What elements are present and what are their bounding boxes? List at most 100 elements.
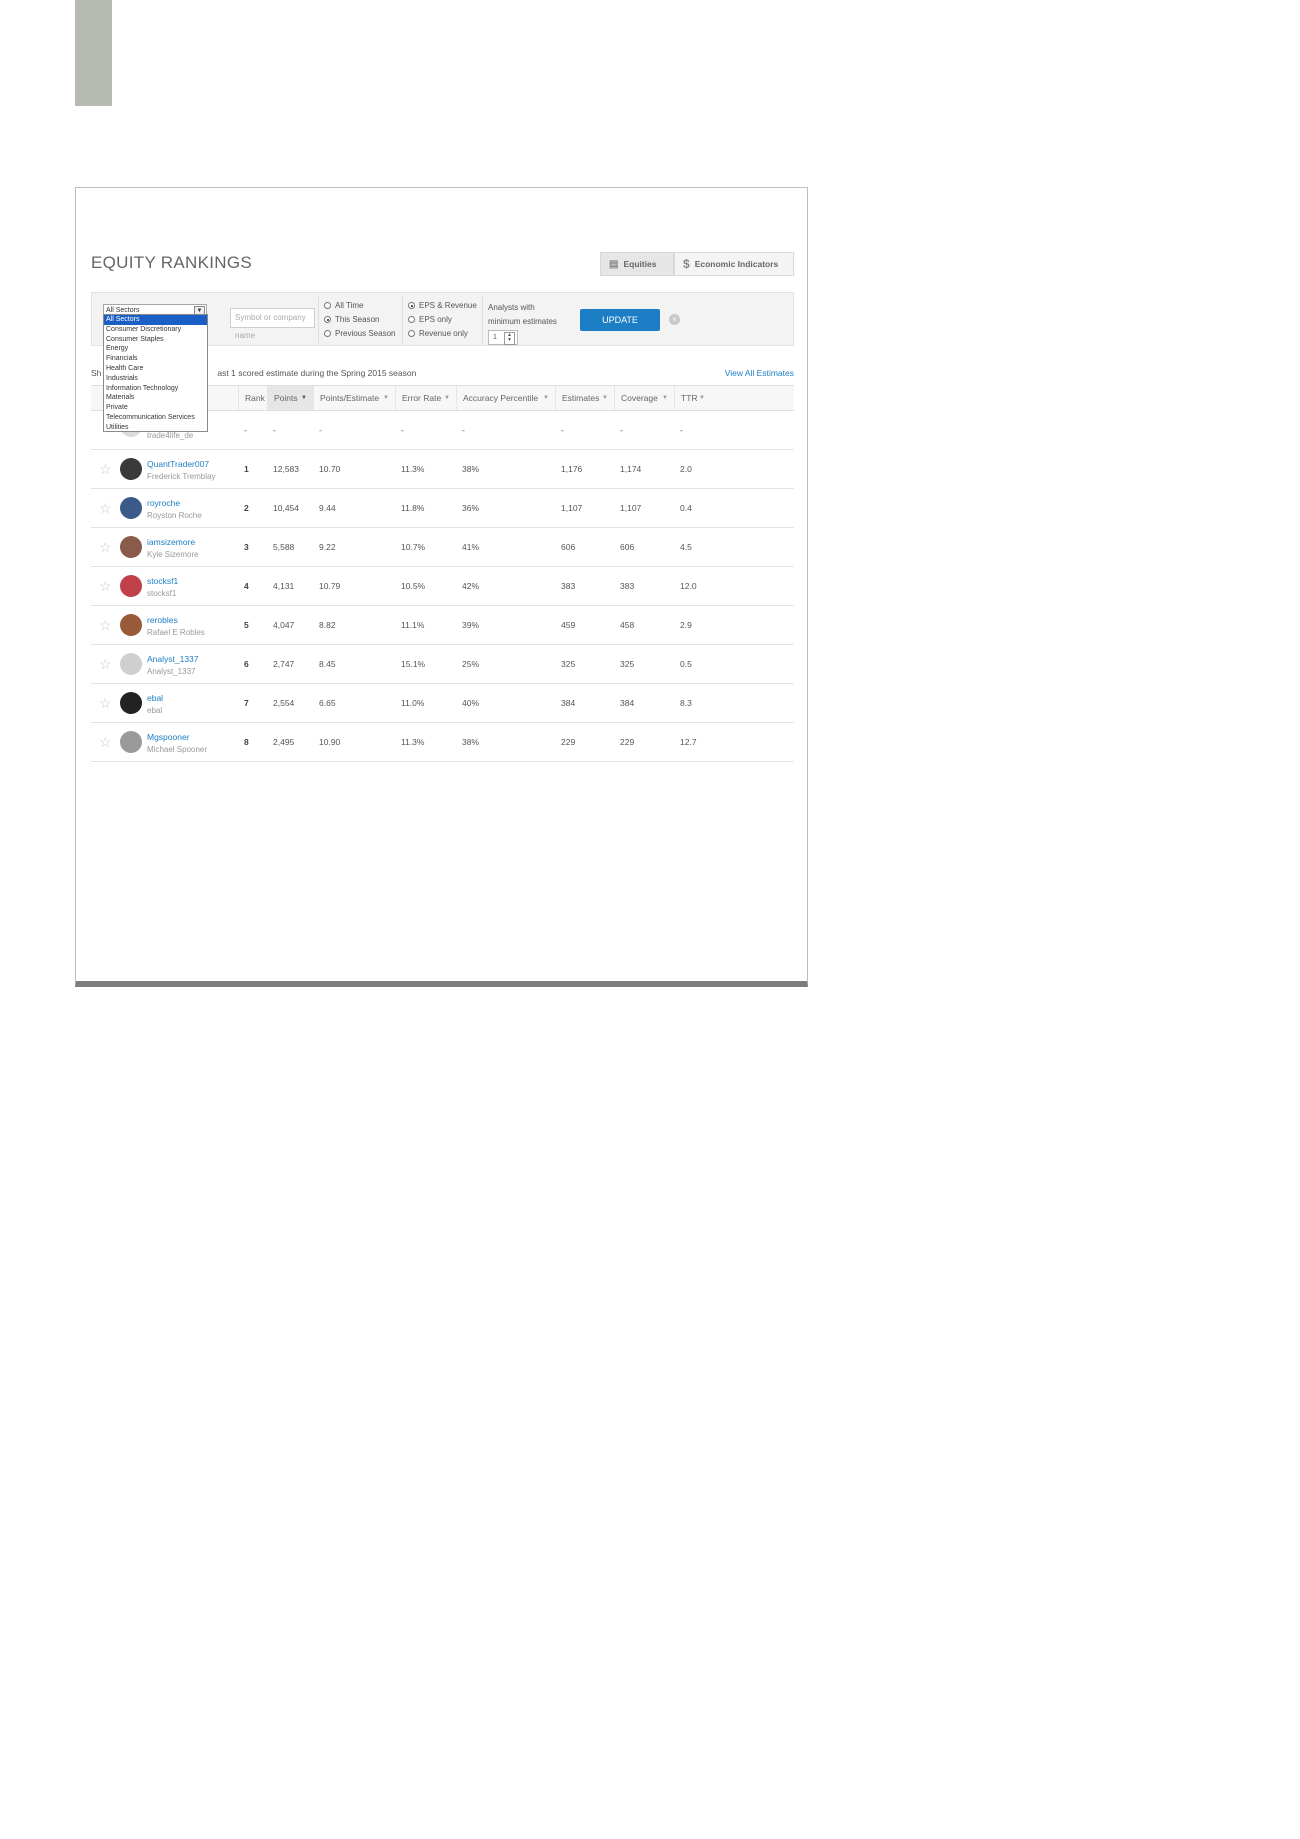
row-username-link[interactable]: Analyst_1337 xyxy=(147,654,199,664)
points-estimate-cell: 10.79 xyxy=(319,581,341,591)
radio-label: Previous Season xyxy=(335,329,396,338)
sector-option[interactable]: Telecommunication Services xyxy=(104,413,207,423)
row-real-name: ebal xyxy=(147,706,163,715)
row-username-link[interactable]: Mgspooner xyxy=(147,732,190,742)
stepper-arrows-icon[interactable]: ▲ ▼ xyxy=(504,332,515,345)
row-username-link[interactable]: QuantTrader007 xyxy=(147,459,209,469)
coverage-cell: 606 xyxy=(620,542,635,552)
radio-eps-revenue[interactable]: EPS & Revenue xyxy=(408,301,477,310)
radio-this-season[interactable]: This Season xyxy=(324,315,379,324)
ttr-cell: 2.0 xyxy=(680,464,692,474)
radio-label: Revenue only xyxy=(419,329,468,338)
row-username-link[interactable]: ebal xyxy=(147,693,163,703)
close-icon[interactable]: × xyxy=(669,314,680,325)
rank-cell: 5 xyxy=(244,620,249,630)
row-username-link[interactable]: royroche xyxy=(147,498,180,508)
radio-all-time[interactable]: All Time xyxy=(324,301,363,310)
star-icon[interactable]: ☆ xyxy=(99,734,112,750)
col-points[interactable]: Points ▼ xyxy=(267,386,313,410)
sort-icon: ▼ xyxy=(543,395,549,401)
sector-option[interactable]: Industrials xyxy=(104,374,207,384)
radio-circle[interactable] xyxy=(324,316,331,323)
radio-circle[interactable] xyxy=(324,330,331,337)
radio-circle[interactable] xyxy=(408,330,415,337)
radio-circle[interactable] xyxy=(408,302,415,309)
error-rate-cell: 10.7% xyxy=(401,542,426,552)
row-real-name: Frederick Tremblay xyxy=(147,472,216,481)
row-username-link[interactable]: stocksf1 xyxy=(147,576,178,586)
min-estimates-stepper[interactable]: 1 ▲ ▼ xyxy=(488,330,518,345)
table-row: ☆ stocksf1 stocksf1 4 4,131 10.79 10.5% 42% 383 3… xyxy=(91,567,794,606)
sector-option[interactable]: Information Technology xyxy=(104,384,207,394)
sector-option[interactable]: Energy xyxy=(104,344,207,354)
star-icon[interactable]: ☆ xyxy=(99,500,112,516)
col-estimates[interactable]: Estimates ▼ xyxy=(555,386,614,410)
estimates-cell: 325 xyxy=(561,659,576,669)
col-points-estimate[interactable]: Points/Estimate ▼ xyxy=(313,386,395,410)
coverage-cell: 384 xyxy=(620,698,635,708)
estimates-cell: 459 xyxy=(561,620,576,630)
avatar xyxy=(120,731,142,753)
dash: - xyxy=(462,425,465,435)
sector-option[interactable]: Private xyxy=(104,403,207,413)
star-icon[interactable]: ☆ xyxy=(99,578,112,594)
economic-indicators-tab[interactable]: $ Economic Indicators xyxy=(674,252,794,276)
col-rank[interactable]: Rank xyxy=(238,386,267,410)
error-rate-cell: 11.3% xyxy=(401,737,425,747)
accuracy-cell: 40% xyxy=(462,698,480,708)
star-icon[interactable]: ☆ xyxy=(99,461,112,477)
ttr-cell: 2.9 xyxy=(680,620,692,630)
col-accuracy[interactable]: Accuracy Percentile ▼ xyxy=(456,386,555,410)
radio-revenue-only[interactable]: Revenue only xyxy=(408,329,468,338)
star-icon[interactable]: ☆ xyxy=(99,656,112,672)
star-icon[interactable]: ☆ xyxy=(99,539,112,555)
min-label-line-1: Analysts with xyxy=(488,303,535,312)
sort-desc-icon: ▼ xyxy=(301,395,307,401)
radio-label: All Time xyxy=(335,301,364,310)
accuracy-cell: 38% xyxy=(462,464,480,474)
sector-option[interactable]: Consumer Staples xyxy=(104,335,207,345)
col-points-estimate-label: Points/Estimate xyxy=(320,393,380,403)
row-username-link[interactable]: rerobles xyxy=(147,615,178,625)
radio-circle[interactable] xyxy=(408,316,415,323)
view-all-estimates-link[interactable]: View All Estimates xyxy=(624,368,794,378)
decorative-tab-block xyxy=(75,0,112,106)
star-icon[interactable]: ☆ xyxy=(99,617,112,633)
sector-option[interactable]: Consumer Discretionary xyxy=(104,325,207,335)
rank-cell: 1 xyxy=(244,464,249,474)
col-coverage[interactable]: Coverage ▼ xyxy=(614,386,674,410)
screenshot-frame: EQUITY RANKINGS ▤ Equities $ Economic In… xyxy=(75,187,808,987)
sector-select-value: All Sectors xyxy=(106,307,140,314)
row-real-name: Rafael E Robles xyxy=(147,628,205,637)
dollar-icon: $ xyxy=(683,257,690,271)
estimates-cell: 229 xyxy=(561,737,576,747)
ttr-cell: 8.3 xyxy=(680,698,692,708)
row-real-name: Analyst_1337 xyxy=(147,667,196,676)
sector-option[interactable]: Utilities xyxy=(104,423,207,433)
rank-cell: 2 xyxy=(244,503,249,513)
update-button[interactable]: UPDATE xyxy=(580,309,660,331)
radio-label: This Season xyxy=(335,315,380,324)
sector-option[interactable]: Materials xyxy=(104,393,207,403)
rank-cell: 3 xyxy=(244,542,249,552)
equities-tab-label: Equities xyxy=(623,259,657,269)
error-rate-cell: 15.1% xyxy=(401,659,426,669)
col-ttr[interactable]: TTR ▼ xyxy=(674,386,711,410)
radio-previous-season[interactable]: Previous Season xyxy=(324,329,395,338)
search-input[interactable]: Symbol or company name xyxy=(230,308,315,340)
row-username-link[interactable]: iamsizemore xyxy=(147,537,195,547)
rank-cell: 8 xyxy=(244,737,249,747)
radio-circle[interactable] xyxy=(324,302,331,309)
dash: - xyxy=(273,425,276,435)
points-cell: 12,583 xyxy=(273,464,299,474)
sector-option[interactable]: Financials xyxy=(104,354,207,364)
radio-eps-only[interactable]: EPS only xyxy=(408,315,452,324)
col-error-rate[interactable]: Error Rate ▼ xyxy=(395,386,456,410)
equities-tab[interactable]: ▤ Equities xyxy=(600,252,674,276)
sector-option[interactable]: All Sectors xyxy=(104,315,207,325)
star-icon[interactable]: ☆ xyxy=(99,695,112,711)
coverage-cell: 229 xyxy=(620,737,635,747)
table-row: ☆ Mgspooner Michael Spooner 8 2,495 10.90 11.3… xyxy=(91,723,794,762)
sector-option[interactable]: Health Care xyxy=(104,364,207,374)
accuracy-cell: 41% xyxy=(462,542,480,552)
